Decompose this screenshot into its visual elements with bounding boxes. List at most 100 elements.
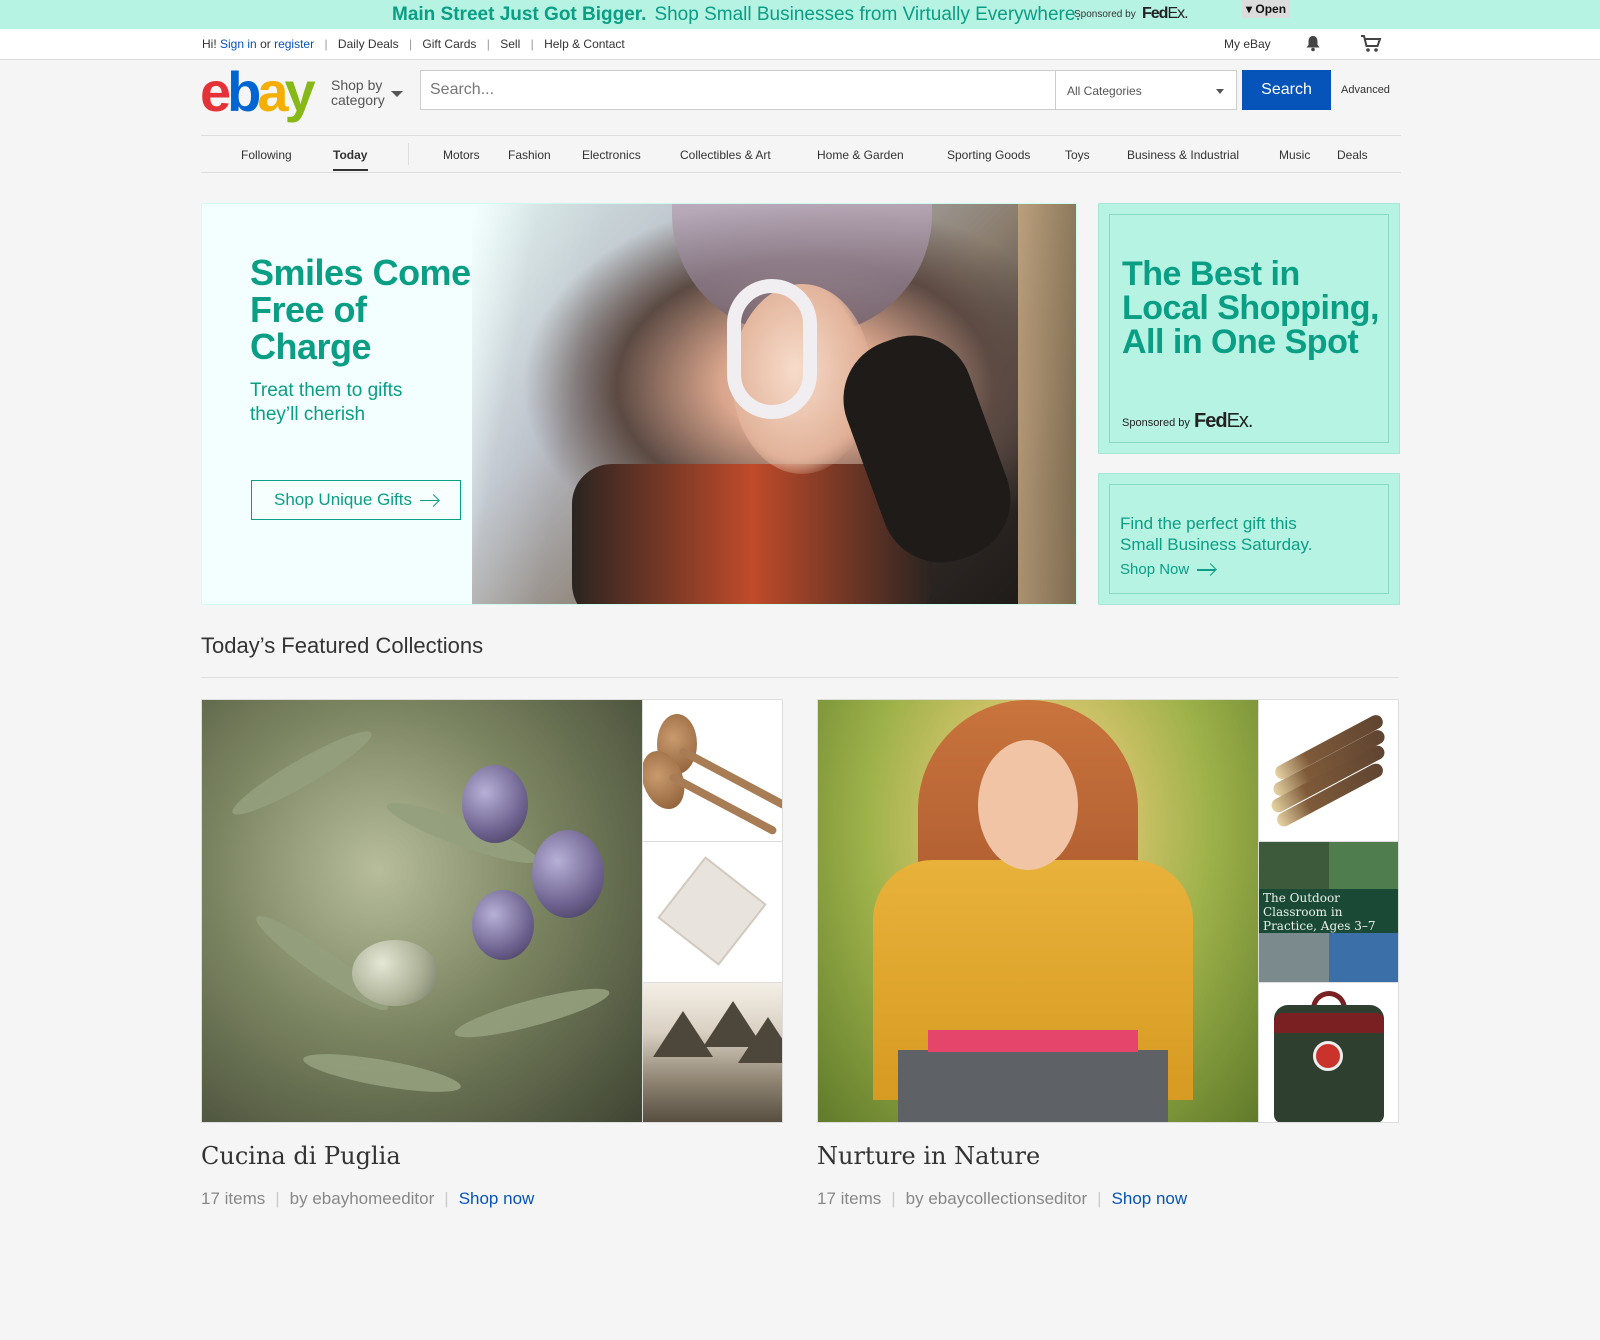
image-detail: [1329, 933, 1398, 982]
nav-item-business-industrial[interactable]: Business & Industrial: [1127, 148, 1239, 162]
wooden-spoons-image: [642, 700, 782, 841]
sign-in-link[interactable]: Sign in: [220, 37, 257, 51]
image-detail: [978, 740, 1078, 870]
curator[interactable]: by ebaycollectionseditor: [906, 1189, 1087, 1208]
shop-now-link[interactable]: Shop now: [459, 1189, 535, 1208]
nav-divider: [408, 143, 409, 165]
collection-meta: 17 items | by ebaycollectionseditor | Shop n…: [817, 1189, 1187, 1209]
nav-item-home-garden[interactable]: Home & Garden: [817, 148, 904, 162]
image-detail: [1259, 842, 1329, 889]
promo-headline: The Best in Local Shopping, All in One S…: [1122, 255, 1379, 361]
search-box: [420, 70, 1056, 110]
promo-text: Find the perfect gift this Small Busines…: [1120, 514, 1313, 554]
meta-divider: |: [1097, 1189, 1102, 1208]
divider: |: [530, 37, 534, 51]
daily-deals-link[interactable]: Daily Deals: [338, 37, 399, 51]
small-business-saturday-promo[interactable]: Find the perfect gift this Small Busines…: [1098, 473, 1400, 605]
advanced-search-link[interactable]: Advanced: [1341, 84, 1390, 96]
image-detail: [1259, 933, 1329, 982]
chevron-down-icon: [391, 91, 403, 97]
hero-headline: Smiles Come Free of Charge: [250, 252, 471, 367]
shop-unique-gifts-button[interactable]: Shop Unique Gifts: [251, 480, 461, 520]
active-tab-indicator: [333, 169, 368, 171]
promo-sponsored-label: Sponsored by: [1074, 9, 1136, 20]
register-link[interactable]: register: [274, 37, 314, 51]
nav-item-deals[interactable]: Deals: [1337, 148, 1368, 162]
promo-open-toggle[interactable]: ▾ Open: [1242, 0, 1291, 18]
shop-now-link[interactable]: Shop now: [1112, 1189, 1188, 1208]
promo-banner[interactable]: Main Street Just Got Bigger. Shop Small B…: [0, 0, 1600, 29]
cta-label: Shop Unique Gifts: [274, 490, 412, 509]
gift-cards-link[interactable]: Gift Cards: [422, 37, 476, 51]
cart-icon[interactable]: [1360, 34, 1382, 54]
hero-photo-detail: [727, 279, 817, 419]
book-cover-title: The Outdoor Classroom in Practice, Ages …: [1259, 889, 1398, 938]
utility-bar: Hi! Sign in or register | Daily Deals | …: [0, 29, 1600, 60]
linen-napkin-image: [642, 841, 782, 982]
nav-item-sporting-goods[interactable]: Sporting Goods: [947, 148, 1030, 162]
shop-now-label: Shop Now: [1120, 561, 1190, 578]
trulli-houses-image: [642, 982, 782, 1122]
image-detail: [472, 890, 534, 960]
promo-message[interactable]: Main Street Just Got Bigger. Shop Small B…: [392, 4, 1081, 26]
sponsored-label: Sponsored by: [1122, 417, 1190, 429]
image-detail: [226, 721, 378, 825]
hero-banner[interactable]: Smiles Come Free of Charge Treat them to…: [201, 203, 1077, 605]
shop-by-category-button[interactable]: Shop by category: [331, 78, 385, 108]
hero-image: [472, 204, 1076, 604]
image-detail: [1274, 1013, 1384, 1033]
search-input[interactable]: [421, 71, 1056, 109]
meta-divider: |: [275, 1189, 280, 1208]
divider: [201, 677, 1399, 678]
shop-now-link[interactable]: Shop Now: [1120, 561, 1216, 578]
olive-branch-image: [202, 700, 642, 1122]
image-detail: [657, 856, 767, 966]
category-label: category: [331, 92, 385, 108]
nav-item-today[interactable]: Today: [333, 148, 367, 162]
book-title: The Outdoor Classroom in Practice, Ages …: [1263, 891, 1376, 933]
arrow-right-icon: [419, 496, 438, 506]
image-detail: [352, 940, 438, 1006]
image-detail: [300, 1046, 464, 1100]
collection-card-nurture-in-nature[interactable]: The Outdoor Classroom in Practice, Ages …: [817, 699, 1399, 1123]
nav-item-electronics[interactable]: Electronics: [582, 148, 641, 162]
collection-card-cucina-di-puglia[interactable]: [201, 699, 783, 1123]
promo-subline: Shop Small Businesses from Virtually Eve…: [654, 4, 1081, 25]
ebay-logo[interactable]: ebay: [200, 62, 316, 122]
curator[interactable]: by ebayhomeeditor: [290, 1189, 435, 1208]
category-nav: Following Today Motors Fashion Electroni…: [201, 135, 1401, 173]
image-detail: [451, 979, 613, 1047]
item-count: 17 items: [201, 1189, 266, 1208]
collection-title[interactable]: Nurture in Nature: [817, 1142, 1040, 1170]
utility-links: Hi! Sign in or register | Daily Deals | …: [202, 37, 625, 51]
fedex-logo: FedEx.: [1142, 5, 1189, 22]
bell-icon[interactable]: [1304, 34, 1322, 52]
category-select[interactable]: All Categories: [1055, 70, 1237, 110]
local-shopping-promo[interactable]: The Best in Local Shopping, All in One S…: [1098, 203, 1400, 454]
girl-in-meadow-image: [818, 700, 1258, 1122]
nav-item-following[interactable]: Following: [241, 148, 292, 162]
help-contact-link[interactable]: Help & Contact: [544, 37, 625, 51]
nav-item-toys[interactable]: Toys: [1065, 148, 1090, 162]
meta-divider: |: [444, 1189, 449, 1208]
nav-item-collectibles-art[interactable]: Collectibles & Art: [680, 148, 771, 162]
nav-item-fashion[interactable]: Fashion: [508, 148, 551, 162]
search-button[interactable]: Search: [1242, 70, 1331, 110]
collection-title[interactable]: Cucina di Puglia: [201, 1142, 401, 1170]
collection-meta: 17 items | by ebayhomeeditor | Shop now: [201, 1189, 534, 1209]
image-detail: [532, 830, 604, 918]
sell-link[interactable]: Sell: [500, 37, 520, 51]
nav-item-motors[interactable]: Motors: [443, 148, 480, 162]
image-detail: [1329, 842, 1398, 889]
greeting: Hi!: [202, 37, 217, 51]
or-text: or: [260, 37, 271, 51]
outdoor-classroom-book-image: The Outdoor Classroom in Practice, Ages …: [1258, 841, 1398, 982]
promo-frame: Find the perfect gift this Small Busines…: [1109, 484, 1389, 594]
my-ebay-link[interactable]: My eBay: [1224, 37, 1271, 51]
backpack-image: [1258, 982, 1398, 1122]
image-detail: [1313, 1041, 1343, 1071]
nav-item-music[interactable]: Music: [1279, 148, 1310, 162]
meta-divider: |: [891, 1189, 896, 1208]
shop-by-label: Shop by: [331, 77, 383, 93]
image-detail: [898, 1050, 1168, 1122]
